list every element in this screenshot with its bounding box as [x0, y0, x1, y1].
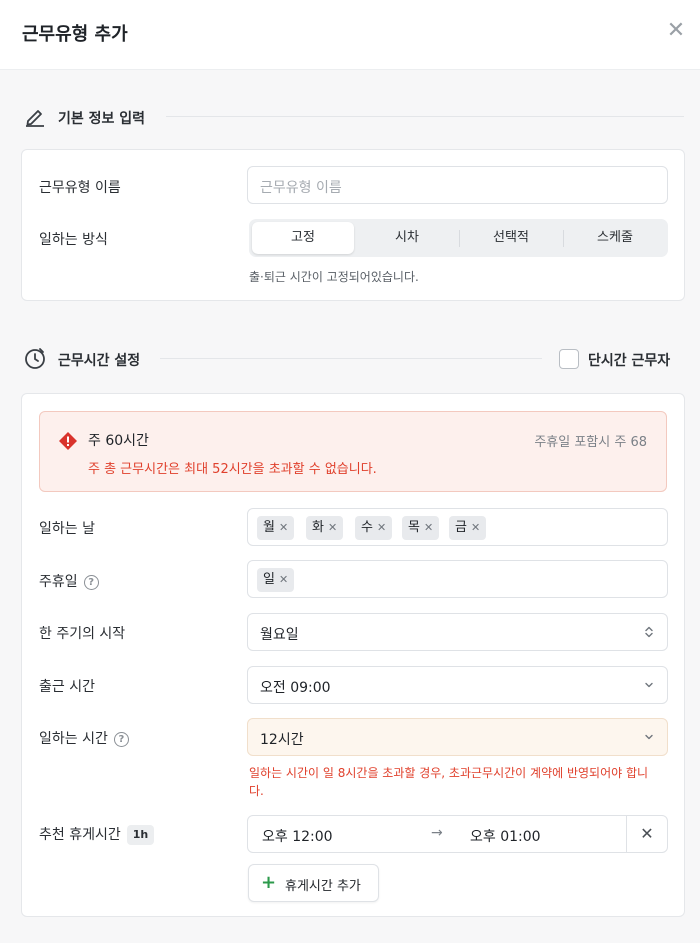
section-title-basic: 기본 정보 입력 [58, 111, 146, 127]
work-hours-label: 일하는 시간? [39, 728, 129, 748]
name-input[interactable]: 근무유형 이름 [247, 166, 668, 204]
add-break-button[interactable]: + 휴게시간 추가 [248, 864, 379, 902]
method-label: 일하는 방식 [39, 232, 108, 248]
method-segmented-control: 고정 시차 선택적 스케줄 [249, 219, 668, 257]
name-label: 근무유형 이름 [39, 180, 121, 196]
break-from[interactable]: 오후 12:00 [262, 826, 333, 846]
arrow-right-icon: → [431, 825, 443, 841]
section-work-time: 근무시간 설정 단시간 근무자 [24, 347, 684, 371]
pencil-icon [26, 110, 44, 127]
basic-info-card: 근무유형 이름 근무유형 이름 일하는 방식 고정 시차 선택적 스케줄 출·퇴… [21, 149, 685, 301]
method-option-selective[interactable]: 선택적 [460, 222, 562, 254]
day-chip: 목 ✕ [402, 516, 440, 540]
day-chip: 화 ✕ [306, 516, 344, 540]
remove-icon[interactable]: ✕ [328, 521, 337, 534]
help-icon[interactable]: ? [113, 732, 129, 747]
method-option-schedule[interactable]: 스케줄 [564, 222, 666, 254]
work-hours-value: 12시간 [260, 732, 304, 748]
chevron-updown-icon [645, 626, 653, 638]
alert-message: 주 총 근무시간은 최대 52시간을 초과할 수 없습니다. [88, 462, 377, 477]
close-icon[interactable]: ✕ [666, 20, 686, 42]
add-break-label: 휴게시간 추가 [285, 879, 361, 894]
day-chip: 수 ✕ [355, 516, 393, 540]
holiday-label: 주휴일? [39, 571, 99, 591]
help-icon[interactable]: ? [83, 575, 99, 590]
clock-icon [25, 348, 45, 369]
day-chip: 월 ✕ [257, 516, 295, 540]
chevron-down-icon [645, 734, 653, 740]
break-label: 추천 휴게시간 1h [39, 824, 155, 845]
short-time-checkbox[interactable] [559, 349, 579, 369]
method-option-staggered[interactable]: 시차 [356, 222, 458, 254]
break-time-range: 오후 12:00 → 오후 01:00 ✕ [247, 815, 668, 853]
alert-right-text: 주휴일 포함시 주 68 [534, 435, 647, 450]
plus-icon: + [261, 872, 277, 893]
modal-title: 근무유형 추가 [22, 24, 128, 45]
section-basic-info: 기본 정보 입력 [24, 105, 684, 129]
section-title-worktime: 근무시간 설정 [58, 353, 141, 369]
method-hint: 출·퇴근 시간이 고정되어있습니다. [249, 270, 419, 284]
remove-icon[interactable]: ✕ [377, 521, 386, 534]
week-start-label: 한 주기의 시작 [39, 626, 126, 642]
start-time-value: 오전 09:00 [260, 680, 331, 696]
modal-header: 근무유형 추가 ✕ [0, 0, 700, 70]
break-badge: 1h [126, 825, 155, 845]
divider [166, 116, 684, 117]
work-hours-error: 일하는 시간이 일 8시간을 초과할 경우, 초과근무시간이 계약에 반영되어야… [249, 766, 649, 798]
short-time-label: 단시간 근무자 [588, 353, 671, 369]
work-time-card: 주 60시간 주휴일 포함시 주 68 주 총 근무시간은 최대 52시간을 초… [21, 393, 685, 917]
remove-icon[interactable]: ✕ [471, 521, 480, 534]
alert-title: 주 60시간 [88, 433, 149, 449]
week-start-value: 월요일 [260, 627, 299, 643]
work-hours-select[interactable]: 12시간 [247, 718, 668, 756]
break-to[interactable]: 오후 01:00 [470, 826, 541, 846]
remove-icon[interactable]: ✕ [279, 521, 288, 534]
holiday-chip: 일 ✕ [257, 568, 295, 592]
chevron-down-icon [645, 682, 653, 688]
days-select[interactable]: 월 ✕ 화 ✕ 수 ✕ 목 ✕ 금 ✕ [247, 508, 668, 546]
days-label: 일하는 날 [39, 521, 95, 537]
divider [160, 358, 542, 359]
holiday-select[interactable]: 일 ✕ [247, 560, 668, 598]
week-start-select[interactable]: 월요일 [247, 613, 668, 651]
name-placeholder: 근무유형 이름 [260, 180, 342, 196]
start-time-label: 출근 시간 [39, 679, 95, 695]
alert-box: 주 60시간 주휴일 포함시 주 68 주 총 근무시간은 최대 52시간을 초… [39, 411, 667, 492]
remove-icon[interactable]: ✕ [279, 573, 288, 586]
method-option-fixed[interactable]: 고정 [252, 222, 354, 254]
remove-icon[interactable]: ✕ [424, 521, 433, 534]
remove-break-icon[interactable]: ✕ [627, 816, 667, 852]
day-chip: 금 ✕ [449, 516, 487, 540]
alert-icon [59, 432, 77, 450]
start-time-select[interactable]: 오전 09:00 [247, 666, 668, 704]
